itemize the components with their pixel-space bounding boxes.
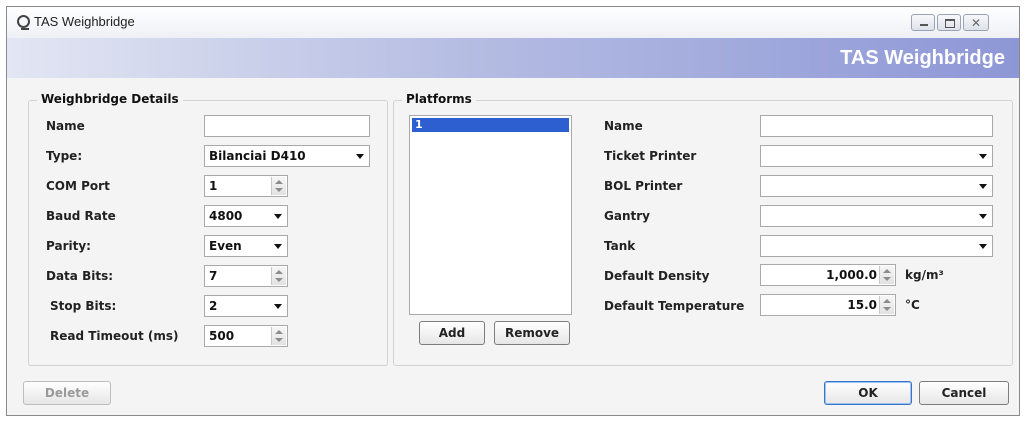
tank-label: Tank <box>604 239 636 253</box>
bol-printer-select[interactable] <box>760 175 993 197</box>
data-bits-value: 7 <box>209 269 218 283</box>
baud-rate-value: 4800 <box>209 209 243 223</box>
read-timeout-spinner[interactable]: 500 <box>204 325 288 347</box>
ok-button[interactable]: OK <box>824 381 912 405</box>
weighbridge-name-input[interactable] <box>204 115 370 137</box>
chevron-down-icon <box>979 214 987 219</box>
platform-name-input[interactable] <box>760 115 993 137</box>
maximize-button[interactable] <box>937 14 961 31</box>
weighbridge-app-icon <box>17 15 30 30</box>
platforms-list[interactable]: 1 <box>409 115 572 315</box>
remove-platform-button[interactable]: Remove <box>494 321 570 345</box>
type-value: Bilanciai D410 <box>209 149 306 163</box>
spinner-arrows-icon[interactable] <box>271 267 286 285</box>
chevron-down-icon <box>274 214 282 219</box>
data-bits-label: Data Bits: <box>46 269 114 283</box>
spinner-arrows-icon[interactable] <box>879 266 894 284</box>
default-temperature-value: 15.0 <box>847 298 877 312</box>
chevron-down-icon <box>979 184 987 189</box>
default-temperature-spinner[interactable]: 15.0 <box>760 294 896 316</box>
stop-bits-label: Stop Bits: <box>50 299 117 313</box>
read-timeout-label: Read Timeout (ms) <box>50 329 179 343</box>
stop-bits-select[interactable]: 2 <box>204 295 288 317</box>
spinner-arrows-icon[interactable] <box>271 327 286 345</box>
chevron-down-icon <box>979 244 987 249</box>
minimize-icon <box>920 24 928 26</box>
gantry-select[interactable] <box>760 205 993 227</box>
data-bits-spinner[interactable]: 7 <box>204 265 288 287</box>
baud-rate-select[interactable]: 4800 <box>204 205 288 227</box>
weighbridge-window: TAS Weighbridge ✕ TAS Weighbridge Weighb… <box>6 6 1020 416</box>
temperature-unit: °C <box>905 298 920 312</box>
default-temperature-label: Default Temperature <box>604 299 745 313</box>
default-density-value: 1,000.0 <box>826 268 877 282</box>
chevron-down-icon <box>356 154 364 159</box>
density-unit: kg/m³ <box>905 268 944 282</box>
type-label: Type: <box>46 149 83 163</box>
minimize-button[interactable] <box>911 14 935 31</box>
default-density-spinner[interactable]: 1,000.0 <box>760 264 896 286</box>
baud-rate-label: Baud Rate <box>46 209 116 223</box>
close-button[interactable]: ✕ <box>963 14 989 31</box>
read-timeout-value: 500 <box>209 329 235 343</box>
stop-bits-value: 2 <box>209 299 218 313</box>
spinner-arrows-icon[interactable] <box>271 177 286 195</box>
bol-printer-label: BOL Printer <box>604 179 683 193</box>
parity-label: Parity: <box>46 239 91 253</box>
title-bar: TAS Weighbridge ✕ <box>7 7 1019 38</box>
gantry-label: Gantry <box>604 209 650 223</box>
com-port-value: 1 <box>209 179 218 193</box>
chevron-down-icon <box>274 244 282 249</box>
chevron-down-icon <box>979 154 987 159</box>
delete-button[interactable]: Delete <box>23 381 111 405</box>
add-platform-button[interactable]: Add <box>419 321 485 345</box>
ticket-printer-select[interactable] <box>760 145 993 167</box>
com-port-label: COM Port <box>46 179 110 193</box>
spinner-arrows-icon[interactable] <box>879 296 894 314</box>
com-port-spinner[interactable]: 1 <box>204 175 288 197</box>
parity-select[interactable]: Even <box>204 235 288 257</box>
platforms-title: Platforms <box>402 92 476 106</box>
maximize-icon <box>945 19 955 28</box>
cancel-button[interactable]: Cancel <box>919 381 1009 405</box>
close-icon: ✕ <box>971 16 982 30</box>
chevron-down-icon <box>274 304 282 309</box>
tank-select[interactable] <box>760 235 993 257</box>
banner-title: TAS Weighbridge <box>840 47 1005 69</box>
ticket-printer-label: Ticket Printer <box>604 149 697 163</box>
list-item[interactable]: 1 <box>412 118 569 132</box>
window-title: TAS Weighbridge <box>34 14 135 29</box>
header-banner: TAS Weighbridge <box>7 38 1019 78</box>
type-select[interactable]: Bilanciai D410 <box>204 145 370 167</box>
weighbridge-details-title: Weighbridge Details <box>37 92 183 106</box>
parity-value: Even <box>209 239 242 253</box>
name-label: Name <box>46 119 85 133</box>
default-density-label: Default Density <box>604 269 710 283</box>
platform-name-label: Name <box>604 119 643 133</box>
